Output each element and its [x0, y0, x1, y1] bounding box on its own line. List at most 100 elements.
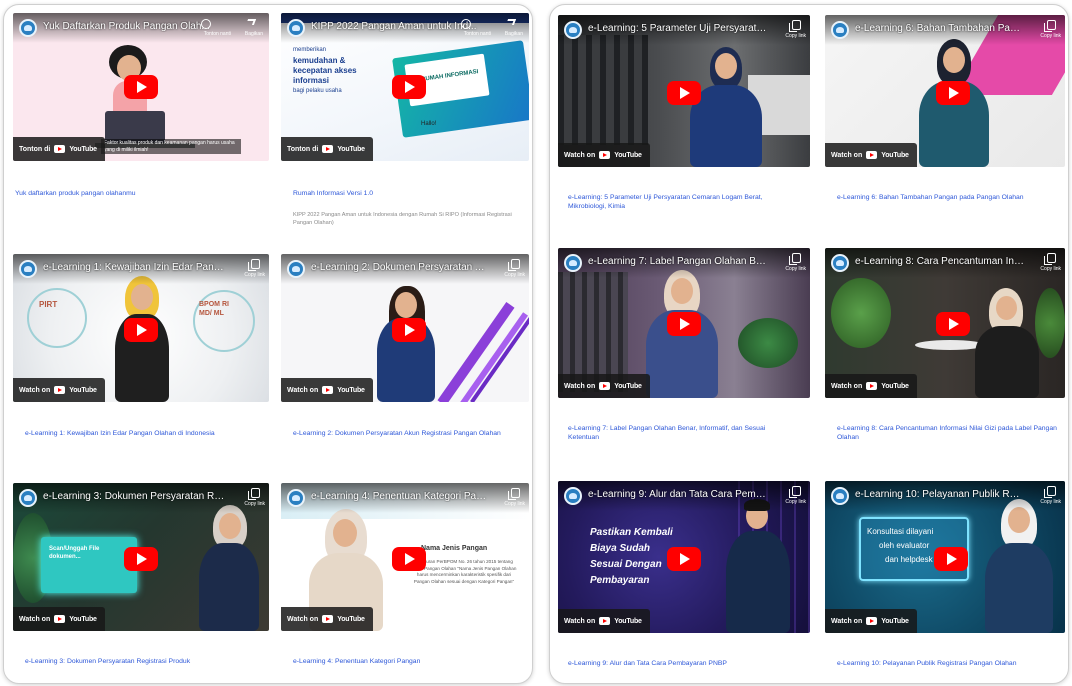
- channel-avatar[interactable]: [287, 489, 305, 507]
- channel-avatar[interactable]: [564, 21, 582, 39]
- watch-on-youtube[interactable]: Watch on YouTube: [825, 143, 917, 167]
- play-button[interactable]: [936, 312, 970, 336]
- copy-link-label[interactable]: Copy link: [244, 272, 265, 278]
- play-button[interactable]: [667, 312, 701, 336]
- play-button[interactable]: [667, 81, 701, 105]
- play-button[interactable]: [934, 547, 968, 571]
- copy-link-label[interactable]: Copy link: [785, 33, 806, 39]
- copy-link-icon[interactable]: [1044, 486, 1056, 498]
- play-button[interactable]: [392, 75, 426, 99]
- watch-on-youtube[interactable]: Watch on YouTube: [558, 609, 650, 633]
- video-title[interactable]: e-Learning 6: Bahan Tambahan Pangan pada…: [855, 23, 1025, 34]
- video-title[interactable]: e-Learning 4: Penentuan Kategori Pangan: [311, 491, 489, 502]
- copy-link-label[interactable]: Copy link: [504, 501, 525, 507]
- watch-on-youtube[interactable]: Tonton di YouTube: [281, 137, 373, 161]
- copy-link-icon[interactable]: [248, 488, 260, 500]
- video-player-5[interactable]: Scan/Unggah File dokumen... e-Learning 3…: [13, 483, 269, 631]
- copy-link-label[interactable]: Copy link: [504, 272, 525, 278]
- watch-on-youtube[interactable]: Watch on YouTube: [558, 374, 650, 398]
- video-player-11[interactable]: Pastikan Kembali Biaya Sudah Sesuai Deng…: [558, 481, 810, 633]
- video-gallery-left: Faktor kualitas produk dan keamanan pang…: [3, 4, 533, 684]
- copy-link-icon[interactable]: [508, 488, 520, 500]
- channel-avatar[interactable]: [287, 260, 305, 278]
- copy-link-icon[interactable]: [1044, 20, 1056, 32]
- copy-link-label[interactable]: Copy link: [785, 499, 806, 505]
- watch-on-youtube[interactable]: Watch on YouTube: [281, 378, 373, 402]
- video-player-2[interactable]: RUMAH INFORMASI memberikan kemudahan & k…: [281, 13, 529, 161]
- video-label[interactable]: e-Learning 6: Bahan Tambahan Pangan pada…: [837, 193, 1057, 202]
- watch-on-youtube[interactable]: Watch on YouTube: [825, 609, 917, 633]
- video-title[interactable]: e-Learning 8: Cara Pencantuman Informasi…: [855, 256, 1025, 267]
- share-label[interactable]: Bagikan: [505, 31, 523, 37]
- video-player-12[interactable]: Konsultasi dilayani oleh evaluator dan h…: [825, 481, 1065, 633]
- video-title[interactable]: e-Learning 2: Dokumen Persyaratan Akun R…: [311, 262, 489, 273]
- channel-avatar[interactable]: [287, 19, 305, 37]
- play-button[interactable]: [124, 318, 158, 342]
- watch-on-youtube[interactable]: Watch on YouTube: [13, 607, 105, 631]
- video-player-8[interactable]: e-Learning 6: Bahan Tambahan Pangan pada…: [825, 15, 1065, 167]
- channel-avatar[interactable]: [831, 254, 849, 272]
- video-label[interactable]: Rumah Informasi Versi 1.0: [293, 189, 523, 198]
- watch-on-youtube[interactable]: Tonton di YouTube: [13, 137, 105, 161]
- watch-on-youtube[interactable]: Watch on YouTube: [825, 374, 917, 398]
- youtube-icon: [322, 615, 334, 623]
- copy-link-label[interactable]: Copy link: [1040, 499, 1061, 505]
- copy-link-icon[interactable]: [248, 259, 260, 271]
- watch-on-youtube[interactable]: Watch on YouTube: [13, 378, 105, 402]
- copy-link-icon[interactable]: [508, 259, 520, 271]
- play-button[interactable]: [667, 547, 701, 571]
- video-label[interactable]: e-Learning 4: Penentuan Kategori Pangan: [293, 657, 525, 666]
- video-gallery-right: e-Learning: 5 Parameter Uji Persyaratan …: [549, 4, 1069, 684]
- video-player-9[interactable]: e-Learning 7: Label Pangan Olahan Benar,…: [558, 248, 810, 398]
- video-title[interactable]: e-Learning 3: Dokumen Persyaratan Regist…: [43, 491, 229, 502]
- video-label[interactable]: e-Learning 7: Label Pangan Olahan Benar,…: [568, 424, 798, 442]
- video-label[interactable]: e-Learning 9: Alur dan Tata Cara Pembaya…: [568, 659, 798, 668]
- clock-icon[interactable]: [461, 19, 471, 29]
- video-title[interactable]: e-Learning 9: Alur dan Tata Cara Pembaya…: [588, 489, 770, 500]
- share-label[interactable]: Bagikan: [245, 31, 263, 37]
- video-title[interactable]: e-Learning 7: Label Pangan Olahan Benar,…: [588, 256, 770, 267]
- copy-link-icon[interactable]: [789, 253, 801, 265]
- channel-avatar[interactable]: [19, 19, 37, 37]
- watch-on-youtube[interactable]: Watch on YouTube: [281, 607, 373, 631]
- copy-link-label[interactable]: Copy link: [1040, 33, 1061, 39]
- video-player-1[interactable]: Faktor kualitas produk dan keamanan pang…: [13, 13, 269, 161]
- slide-line: Biaya Sudah: [590, 543, 651, 554]
- watch-on-youtube[interactable]: Watch on YouTube: [558, 143, 650, 167]
- video-player-4[interactable]: e-Learning 2: Dokumen Persyaratan Akun R…: [281, 254, 529, 402]
- video-label[interactable]: e-Learning 3: Dokumen Persyaratan Regist…: [25, 657, 265, 666]
- video-label[interactable]: e-Learning 8: Cara Pencantuman Informasi…: [837, 424, 1059, 442]
- copy-link-label[interactable]: Copy link: [244, 501, 265, 507]
- play-button[interactable]: [936, 81, 970, 105]
- play-button[interactable]: [124, 75, 158, 99]
- play-button[interactable]: [124, 547, 158, 571]
- channel-avatar[interactable]: [831, 21, 849, 39]
- video-title[interactable]: e-Learning: 5 Parameter Uji Persyaratan …: [588, 23, 770, 34]
- video-player-10[interactable]: e-Learning 8: Cara Pencantuman Informasi…: [825, 248, 1065, 398]
- watch-later-label[interactable]: Tonton nanti: [464, 31, 491, 37]
- clock-icon[interactable]: [201, 19, 211, 29]
- video-label[interactable]: e-Learning 10: Pelayanan Publik Registra…: [837, 659, 1063, 668]
- video-label[interactable]: e-Learning 1: Kewajiban Izin Edar Pangan…: [25, 429, 235, 438]
- channel-avatar[interactable]: [831, 487, 849, 505]
- play-button[interactable]: [392, 547, 426, 571]
- copy-link-icon[interactable]: [789, 20, 801, 32]
- copy-link-label[interactable]: Copy link: [785, 266, 806, 272]
- video-label[interactable]: e-Learning: 5 Parameter Uji Persyaratan …: [568, 193, 798, 211]
- video-player-7[interactable]: e-Learning: 5 Parameter Uji Persyaratan …: [558, 15, 810, 167]
- copy-link-icon[interactable]: [1044, 253, 1056, 265]
- play-button[interactable]: [392, 318, 426, 342]
- video-player-6[interactable]: Nama Jenis Pangan Peraturan PerBPOM No. …: [281, 483, 529, 631]
- channel-avatar[interactable]: [19, 489, 37, 507]
- video-label[interactable]: Yuk daftarkan produk pangan olahanmu: [15, 189, 255, 198]
- video-player-3[interactable]: PIRT BPOM RI MD/ ML e-Learning 1: Kewaji…: [13, 254, 269, 402]
- copy-link-label[interactable]: Copy link: [1040, 266, 1061, 272]
- video-title[interactable]: e-Learning 1: Kewajiban Izin Edar Pangan…: [43, 262, 229, 273]
- copy-link-icon[interactable]: [789, 486, 801, 498]
- channel-avatar[interactable]: [564, 487, 582, 505]
- video-label[interactable]: e-Learning 2: Dokumen Persyaratan Akun R…: [293, 429, 525, 438]
- channel-avatar[interactable]: [19, 260, 37, 278]
- watch-later-label[interactable]: Tonton nanti: [204, 31, 231, 37]
- video-title[interactable]: e-Learning 10: Pelayanan Publik Registra…: [855, 489, 1025, 500]
- channel-avatar[interactable]: [564, 254, 582, 272]
